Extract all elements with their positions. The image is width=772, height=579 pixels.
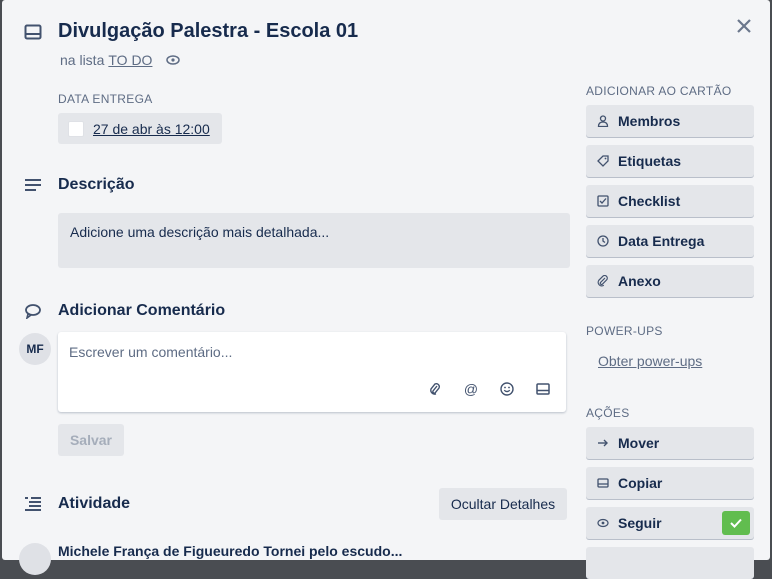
list-prefix: na lista — [60, 52, 105, 68]
labels-button[interactable]: Etiquetas — [586, 145, 754, 177]
share-button[interactable] — [586, 547, 754, 579]
emoji-icon[interactable] — [496, 378, 518, 400]
description-editor[interactable]: Adicione uma descrição mais detalhada... — [58, 213, 570, 268]
save-comment-button[interactable]: Salvar — [58, 424, 124, 456]
attach-card-icon[interactable] — [532, 378, 554, 400]
close-icon[interactable] — [732, 14, 756, 38]
follow-button[interactable]: Seguir — [586, 507, 754, 539]
copy-button[interactable]: Copiar — [586, 467, 754, 499]
comment-placeholder: Escrever um comentário... — [69, 344, 233, 360]
activity-icon — [23, 494, 43, 514]
copy-label: Copiar — [618, 475, 663, 491]
checklist-label: Checklist — [618, 193, 681, 209]
clock-icon — [596, 234, 610, 248]
members-button[interactable]: Membros — [586, 105, 754, 137]
due-date-button-label: Data Entrega — [618, 233, 705, 249]
get-powerups-link[interactable]: Obter power-ups — [598, 353, 702, 369]
card-title[interactable]: Divulgação Palestra - Escola 01 — [58, 20, 358, 43]
card-icon — [23, 22, 43, 42]
description-icon — [23, 175, 43, 195]
card-copy-icon — [596, 476, 610, 490]
card-detail-modal: Divulgação Palestra - Escola 01 na lista… — [2, 0, 770, 579]
checklist-button[interactable]: Checklist — [586, 185, 754, 217]
comment-heading: Adicionar Comentário — [58, 302, 226, 319]
arrow-right-icon — [596, 436, 610, 450]
follow-label: Seguir — [618, 515, 662, 531]
paperclip-icon — [596, 274, 610, 288]
description-heading: Descrição — [58, 176, 135, 193]
due-complete-checkbox[interactable] — [68, 120, 84, 137]
members-label: Membros — [618, 113, 681, 129]
due-date-value[interactable]: 27 de abr às 12:00 — [93, 121, 210, 137]
comment-toolbar: @ — [424, 378, 554, 400]
checkmark-icon — [722, 511, 750, 535]
person-icon — [596, 114, 610, 128]
activity-avatar[interactable] — [19, 543, 51, 575]
activity-entry: Michele França de Figueuredo Tornei pelo… — [58, 543, 403, 559]
attach-paperclip-icon[interactable] — [424, 378, 446, 400]
comment-icon — [23, 301, 43, 321]
actions-label: AÇÕES — [586, 406, 630, 420]
tag-icon — [596, 154, 610, 168]
move-button[interactable]: Mover — [586, 427, 754, 459]
avatar[interactable]: MF — [19, 333, 51, 365]
attachment-button[interactable]: Anexo — [586, 265, 754, 297]
due-date-chip[interactable]: 27 de abr às 12:00 — [58, 113, 222, 144]
mention-at-icon[interactable]: @ — [460, 378, 482, 400]
powerups-label: POWER-UPS — [586, 324, 663, 338]
list-link[interactable]: TO DO — [108, 52, 152, 68]
move-label: Mover — [618, 435, 660, 451]
activity-heading: Atividade — [58, 495, 131, 512]
due-date-button[interactable]: Data Entrega — [586, 225, 754, 257]
add-to-card-label: ADICIONAR AO CARTÃO — [586, 84, 732, 98]
due-date-label: DATA ENTREGA — [58, 92, 153, 106]
labels-label: Etiquetas — [618, 153, 682, 169]
watch-eye-icon — [166, 55, 181, 65]
attachment-label: Anexo — [618, 273, 661, 289]
checklist-icon — [596, 194, 610, 208]
card-list-info: na lista TO DO — [60, 52, 181, 68]
comment-input[interactable]: Escrever um comentário... @ — [58, 332, 566, 412]
eye-icon — [596, 516, 610, 530]
hide-details-button[interactable]: Ocultar Detalhes — [439, 488, 567, 520]
